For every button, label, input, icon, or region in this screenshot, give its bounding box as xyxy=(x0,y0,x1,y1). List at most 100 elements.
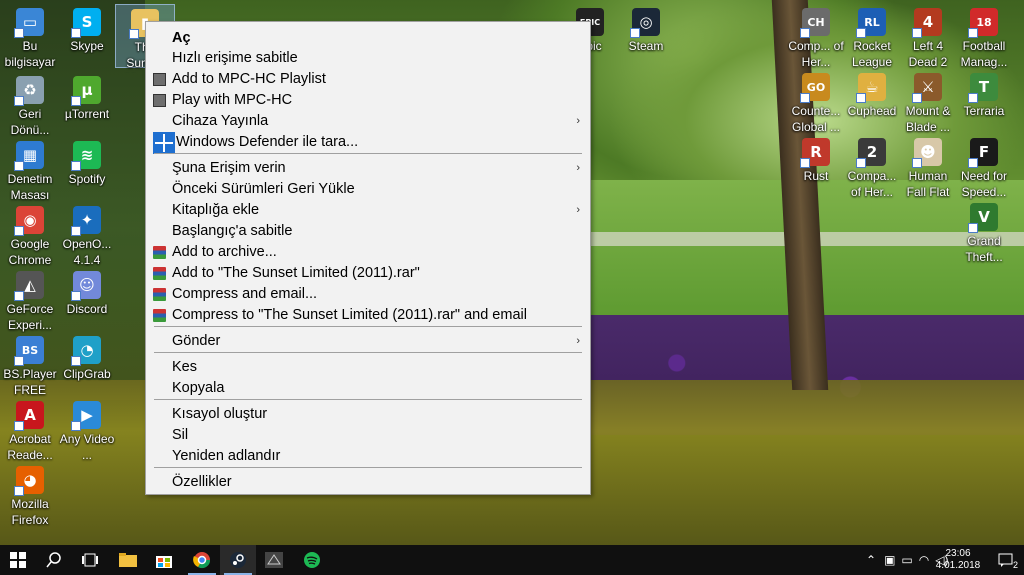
taskbar-chrome[interactable] xyxy=(184,545,220,575)
desktop-icon-steam[interactable]: ◎ Steam xyxy=(616,4,676,68)
steam-icon xyxy=(230,552,246,568)
winrar-icon xyxy=(153,309,166,322)
file-explorer-button[interactable] xyxy=(110,545,146,575)
menu-item-kopyala[interactable]: Kopyala xyxy=(146,378,590,399)
app-tray-icon[interactable]: ▣ xyxy=(884,553,895,567)
desktop-icon-human-fall-flat[interactable]: ☻ Human Fall Flat xyxy=(898,134,958,199)
task-view-button[interactable] xyxy=(72,545,108,575)
menu-item-label: Önceki Sürümleri Geri Yükle xyxy=(172,181,355,197)
menu-item-label: Hızlı erişime sabitle xyxy=(172,50,298,66)
taskbar-clock[interactable]: 23:06 4.01.2018 xyxy=(928,548,988,572)
desktop-icon-left4dead[interactable]: 4 Left 4 Dead 2 xyxy=(898,4,958,69)
start-button[interactable] xyxy=(0,545,36,575)
desktop-icon-label: Google Chrome xyxy=(8,237,52,267)
menu-item-önceki-sürümleri-geri-yükle[interactable]: Önceki Sürümleri Geri Yükle xyxy=(146,179,590,200)
desktop-icon-recycle-bin[interactable]: ♻ Geri Dönü... xyxy=(0,72,60,137)
desktop-icon-label: Rocket League xyxy=(851,39,893,69)
notification-icon xyxy=(998,553,1013,567)
menu-item-add-to-archive[interactable]: Add to archive... xyxy=(146,242,590,263)
acrobat-icon: A xyxy=(14,401,44,431)
menu-item-kısayol-oluştur[interactable]: Kısayol oluştur xyxy=(146,404,590,425)
taskbar-spotify[interactable] xyxy=(294,545,330,575)
search-button[interactable] xyxy=(36,545,72,575)
desktop-icon-gta[interactable]: V Grand Theft... xyxy=(954,199,1014,264)
desktop-icon-label: Spotify xyxy=(68,172,106,186)
chevron-up-icon[interactable]: ⌃ xyxy=(866,553,876,567)
desktop-icon-label: µTorrent xyxy=(64,107,110,121)
menu-item-play-with-mpc-hc[interactable]: Play with MPC-HC xyxy=(146,90,590,111)
desktop-icon-this-pc[interactable]: ▭ Bu bilgisayar xyxy=(0,4,60,69)
menu-item-compress-and-email[interactable]: Compress and email... xyxy=(146,284,590,305)
desktop-icon-skype[interactable]: S Skype xyxy=(57,4,117,68)
desktop-icon-csgo[interactable]: GO Counte... Global ... xyxy=(786,69,846,134)
menu-item-label: Özellikler xyxy=(172,474,232,490)
menu-item-özellikler[interactable]: Özellikler xyxy=(146,472,590,493)
shortcut-arrow-icon xyxy=(912,158,922,168)
desktop-icon-chrome[interactable]: ◉ Google Chrome xyxy=(0,202,60,267)
mpc-icon xyxy=(153,73,166,86)
desktop-icon-rust[interactable]: R Rust xyxy=(786,134,846,198)
store-button[interactable] xyxy=(146,545,182,575)
desktop-icon-utorrent[interactable]: µ µTorrent xyxy=(57,72,117,136)
action-center-button[interactable]: 2 xyxy=(988,545,1024,575)
menu-separator xyxy=(154,399,582,400)
chrome-icon xyxy=(193,552,211,569)
desktop-icon-rocket-league[interactable]: RL Rocket League xyxy=(842,4,902,69)
menu-item-compress-to-the-sunset-limited-2011-rar-and-email[interactable]: Compress to "The Sunset Limited (2011).r… xyxy=(146,305,590,326)
desktop-icon-bsplayer[interactable]: BS BS.Player FREE xyxy=(0,332,60,397)
desktop-icon-anyvideo[interactable]: ▶ Any Video ... xyxy=(57,397,117,462)
desktop-icon-cuphead[interactable]: ☕ Cuphead xyxy=(842,69,902,133)
taskbar-steam[interactable] xyxy=(220,545,256,575)
menu-item-gönder[interactable]: Gönder › xyxy=(146,331,590,352)
desktop-icon-football-manager[interactable]: 18 Football Manag... xyxy=(954,4,1014,69)
desktop-icon-geforce[interactable]: ◭ GeForce Experi... xyxy=(0,267,60,332)
desktop-icon-coh[interactable]: CH Comp... of Her... xyxy=(786,4,846,69)
clock-date: 4.01.2018 xyxy=(935,560,981,571)
taskbar-geforce[interactable] xyxy=(256,545,292,575)
shortcut-arrow-icon xyxy=(14,486,24,496)
shortcut-arrow-icon xyxy=(912,28,922,38)
desktop-icon-label: ClipGrab xyxy=(63,367,111,381)
desktop-icon-coh2[interactable]: 2 Compa... of Her... xyxy=(842,134,902,199)
menu-item-label: Windows Defender ile tara... xyxy=(176,134,359,150)
desktop-icon-label: Counte... Global ... xyxy=(791,104,841,134)
menu-item-windows-defender-ile-tara[interactable]: Windows Defender ile tara... xyxy=(146,132,590,154)
desktop-icon-label: Need for Speed... xyxy=(960,169,1008,199)
desktop-icon-openoffice[interactable]: ✦ OpenO... 4.1.4 xyxy=(57,202,117,267)
menu-item-yeniden-adlandır[interactable]: Yeniden adlandır xyxy=(146,446,590,467)
desktop-icon-mount-blade[interactable]: ⚔ Mount & Blade ... xyxy=(898,69,958,134)
menu-item-label: Add to MPC-HC Playlist xyxy=(172,71,326,87)
desktop-icon-firefox[interactable]: ◕ Mozilla Firefox xyxy=(0,462,60,527)
mpc-icon xyxy=(153,94,166,107)
desktop-icon-clipgrab[interactable]: ◔ ClipGrab xyxy=(57,332,117,396)
shortcut-arrow-icon xyxy=(856,158,866,168)
menu-item-sil[interactable]: Sil xyxy=(146,425,590,446)
this-pc-icon: ▭ xyxy=(14,8,44,38)
desktop-icon-discord[interactable]: ☺ Discord xyxy=(57,267,117,331)
desktop-icon-acrobat[interactable]: A Acrobat Reade... xyxy=(0,397,60,462)
battery-icon[interactable]: ▭ xyxy=(901,553,912,567)
menu-item-hızlı-erişime-sabitle[interactable]: Hızlı erişime sabitle xyxy=(146,48,590,69)
menu-item-aç[interactable]: Aç xyxy=(146,28,590,49)
menu-item-cihaza-yayınla[interactable]: Cihaza Yayınla › xyxy=(146,111,590,132)
desktop-icon-label: Human Fall Flat xyxy=(906,169,950,199)
desktop-icon-label: Bu bilgisayar xyxy=(4,39,56,69)
human-fall-flat-icon: ☻ xyxy=(912,138,942,168)
desktop-icon-control-panel[interactable]: ▦ Denetim Masası xyxy=(0,137,60,202)
desktop-icon-spotify[interactable]: ≋ Spotify xyxy=(57,137,117,201)
shortcut-arrow-icon xyxy=(856,93,866,103)
desktop-icon-label: GeForce Experi... xyxy=(6,302,54,332)
coh-icon: CH xyxy=(800,8,830,38)
menu-item-kitaplığa-ekle[interactable]: Kitaplığa ekle › xyxy=(146,200,590,221)
menu-item-add-to-mpc-hc-playlist[interactable]: Add to MPC-HC Playlist xyxy=(146,69,590,90)
desktop-icon-need-for-speed[interactable]: F Need for Speed... xyxy=(954,134,1014,199)
desktop-icon-terraria[interactable]: T Terraria xyxy=(954,69,1014,133)
menu-separator xyxy=(154,352,582,353)
shortcut-arrow-icon xyxy=(14,421,24,431)
menu-item-kes[interactable]: Kes xyxy=(146,357,590,378)
clock-time: 23:06 xyxy=(945,548,971,559)
menu-item-başlangıç-a-sabitle[interactable]: Başlangıç'a sabitle xyxy=(146,221,590,242)
menu-item-şuna-erişim-verin[interactable]: Şuna Erişim verin › xyxy=(146,158,590,179)
menu-item-add-to-the-sunset-limited-2011-rar[interactable]: Add to "The Sunset Limited (2011).rar" xyxy=(146,263,590,284)
shortcut-arrow-icon xyxy=(14,96,24,106)
